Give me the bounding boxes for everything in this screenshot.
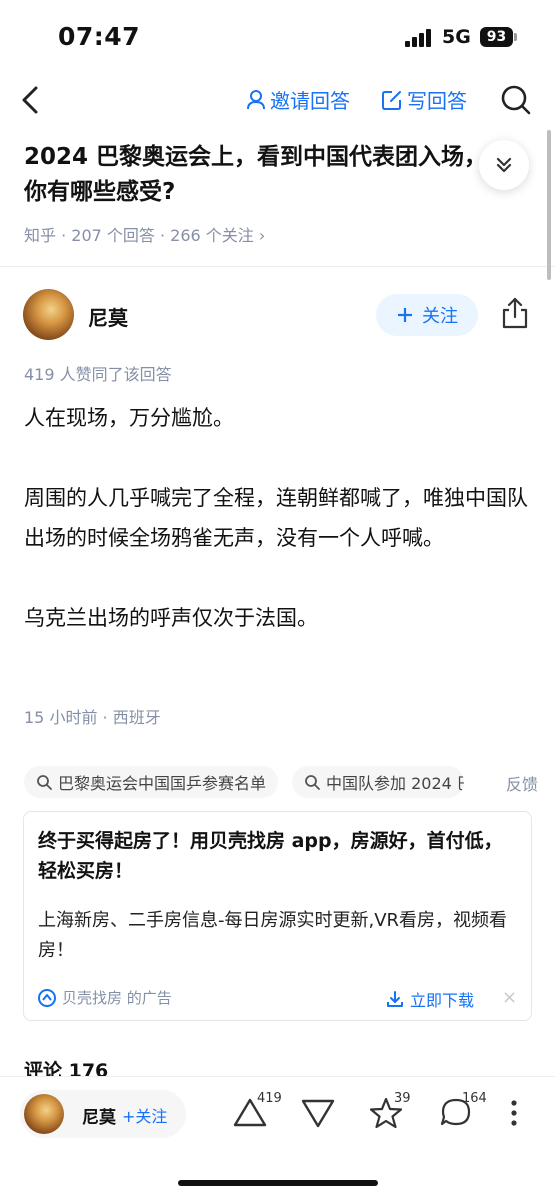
double-chevron-down-icon — [496, 157, 512, 173]
edit-icon — [382, 90, 401, 110]
header-divider — [0, 266, 555, 267]
vote-summary: 419 人赞同了该回答 — [24, 365, 172, 384]
author-avatar[interactable] — [24, 1094, 64, 1134]
answer-timestamp: 15 小时前 · 西班牙 — [24, 708, 161, 727]
search-icon — [305, 775, 320, 790]
answer-body: 人在现场，万分尴尬。 周围的人几乎喊完了全程，连朝鲜都喊了，唯独中国队出场的时候… — [24, 398, 529, 678]
download-icon — [387, 991, 403, 1007]
related-search-label: 中国队参加 2024 巴 — [326, 774, 465, 793]
battery-icon: 93 — [480, 27, 513, 47]
favorite-count: 39 — [394, 1091, 411, 1106]
comment-count: 164 — [462, 1091, 487, 1106]
question-meta[interactable]: 知乎 · 207 个回答 · 266 个关注 › — [24, 222, 265, 246]
battery-tip — [514, 33, 517, 41]
invite-answer-button[interactable]: 邀请回答 — [246, 85, 350, 114]
author-name[interactable]: 尼莫 — [88, 302, 128, 331]
back-icon[interactable] — [18, 84, 46, 116]
home-indicator — [178, 1180, 378, 1186]
ad-description: 上海新房、二手房信息-每日房源实时更新,VR看房，视频看房！ — [38, 910, 508, 961]
more-icon[interactable] — [504, 1095, 524, 1131]
author-pill[interactable]: 尼莫 +关注 — [20, 1090, 186, 1138]
close-icon[interactable]: × — [502, 987, 517, 1008]
answer-paragraph: 周围的人几乎喊完了全程，连朝鲜都喊了，唯独中国队出场的时候全场鸦雀无声，没有一个… — [24, 486, 528, 550]
question-title[interactable]: 2024 巴黎奥运会上，看到中国代表团入场，你有哪些感受? — [24, 140, 494, 210]
related-searches: 巴黎奥运会中国国乒参赛名单 中国队参加 2024 巴 — [24, 766, 478, 798]
follow-label: 关注 — [422, 306, 458, 327]
brand-logo-icon — [38, 988, 56, 1007]
download-label: 立即下载 — [410, 991, 475, 1010]
share-icon[interactable] — [500, 296, 530, 330]
search-icon[interactable] — [500, 84, 532, 116]
downvote-icon[interactable] — [300, 1095, 336, 1131]
feedback-link[interactable]: 反馈 — [500, 771, 539, 795]
ad-title: 终于买得起房了！用贝壳找房 app，房源好，首付低，轻松买房！ — [38, 830, 503, 882]
invite-answer-label: 邀请回答 — [270, 89, 350, 113]
write-answer-button[interactable]: 写回答 — [381, 85, 467, 114]
author-name[interactable]: 尼莫 — [82, 1103, 116, 1128]
ad-source: 贝壳找房 的广告 — [38, 987, 172, 1008]
status-time: 07:47 — [58, 22, 141, 51]
nav-bar: 邀请回答 写回答 — [0, 72, 555, 128]
signal-icon — [405, 29, 435, 47]
follow-button[interactable]: +关注 — [122, 1103, 167, 1127]
person-icon — [247, 89, 265, 109]
comments-header[interactable]: 评论 176 — [24, 1056, 108, 1076]
ad-card[interactable]: 终于买得起房了！用贝壳找房 app，房源好，首付低，轻松买房！ 上海新房、二手房… — [23, 811, 532, 1021]
write-answer-label: 写回答 — [407, 89, 467, 113]
related-search-chip[interactable]: 中国队参加 2024 巴 — [292, 766, 465, 798]
collapse-button[interactable] — [479, 140, 529, 190]
network-type: 5G — [442, 26, 471, 48]
related-search-label: 巴黎奥运会中国国乒参赛名单 — [58, 774, 267, 793]
related-search-chip[interactable]: 巴黎奥运会中国国乒参赛名单 — [24, 766, 279, 798]
answer-paragraph: 人在现场，万分尴尬。 — [24, 406, 234, 430]
status-bar: 07:47 5G 93 — [0, 0, 555, 72]
search-icon — [37, 775, 52, 790]
upvote-count: 419 — [257, 1091, 282, 1106]
ad-source-label: 贝壳找房 的广告 — [62, 989, 172, 1007]
download-button[interactable]: 立即下载 — [386, 987, 474, 1011]
author-avatar[interactable] — [23, 289, 74, 340]
plus-icon — [398, 308, 412, 322]
answer-paragraph: 乌克兰出场的呼声仅次于法国。 — [24, 606, 318, 630]
scrollbar[interactable] — [547, 130, 551, 280]
follow-button[interactable]: 关注 — [376, 294, 478, 336]
